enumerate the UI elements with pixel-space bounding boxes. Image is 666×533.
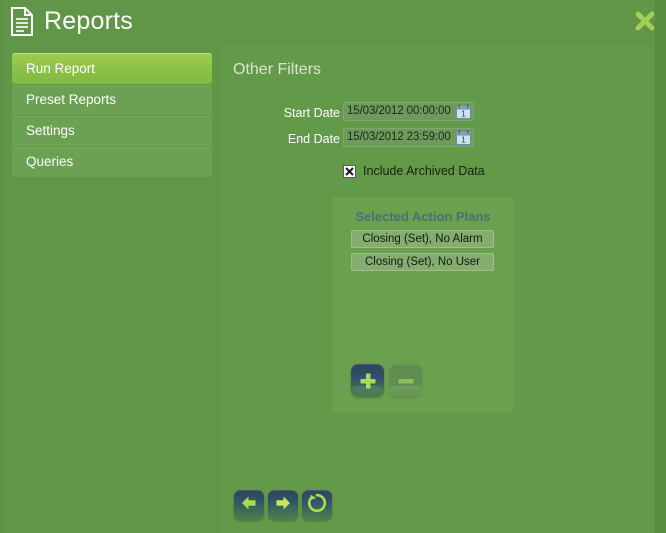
include-archived-row: Include Archived Data (343, 164, 485, 178)
window-header: Reports (0, 0, 666, 44)
start-date-field[interactable]: 15/03/2012 00:00:00 1 (343, 102, 474, 121)
action-plan-item[interactable]: Closing (Set), No Alarm (351, 230, 494, 248)
sidebar-item-label: Preset Reports (26, 92, 117, 107)
start-date-value: 15/03/2012 00:00:00 (347, 105, 451, 117)
end-date-label: End Date (287, 132, 340, 146)
window-right-edge (655, 0, 666, 533)
next-button[interactable] (268, 490, 298, 520)
start-date-row: Start Date (222, 102, 340, 124)
selected-action-plans-title: Selected Action Plans (355, 209, 491, 224)
close-x-icon[interactable] (632, 8, 658, 34)
page-title: Reports (44, 7, 133, 35)
refresh-button[interactable] (302, 490, 332, 520)
selected-action-plans-panel: Selected Action Plans Closing (Set), No … (332, 197, 514, 412)
start-date-label: Start Date (283, 106, 340, 120)
reports-window: Reports Run Report Preset Reports Settin… (0, 0, 666, 533)
remove-action-plan-button[interactable] (389, 364, 422, 397)
sidebar-item-label: Settings (26, 123, 75, 138)
content-panel: Other Filters Start Date 15/03/2012 00:0… (222, 45, 655, 533)
sidebar-item-queries[interactable]: Queries (12, 147, 212, 177)
svg-text:1: 1 (461, 109, 466, 119)
sidebar-item-preset-reports[interactable]: Preset Reports (12, 85, 212, 115)
action-plan-item[interactable]: Closing (Set), No User (351, 253, 494, 271)
end-date-field[interactable]: 15/03/2012 23:59:00 1 (343, 128, 474, 147)
arrow-right-icon (273, 493, 293, 518)
sidebar-item-run-report[interactable]: Run Report (12, 53, 212, 84)
svg-text:1: 1 (461, 135, 466, 145)
sidebar-item-label: Queries (26, 154, 74, 169)
include-archived-label: Include Archived Data (363, 164, 485, 178)
sidebar-item-settings[interactable]: Settings (12, 116, 212, 146)
section-title: Other Filters (233, 61, 322, 78)
arrow-left-icon (239, 493, 259, 518)
end-date-row: End Date (222, 128, 340, 150)
window-left-edge (0, 0, 3, 533)
sidebar-item-label: Run Report (26, 61, 96, 76)
add-action-plan-button[interactable] (351, 364, 384, 397)
back-button[interactable] (234, 490, 264, 520)
sidebar: Run Report Preset Reports Settings Queri… (12, 53, 212, 178)
minus-icon (389, 364, 422, 397)
end-date-value: 15/03/2012 23:59:00 (347, 131, 451, 143)
calendar-icon[interactable]: 1 (456, 130, 471, 145)
plus-icon (351, 364, 384, 397)
refresh-icon (306, 492, 328, 519)
include-archived-checkbox[interactable] (343, 164, 356, 178)
document-icon (10, 7, 34, 36)
calendar-icon[interactable]: 1 (456, 104, 471, 119)
